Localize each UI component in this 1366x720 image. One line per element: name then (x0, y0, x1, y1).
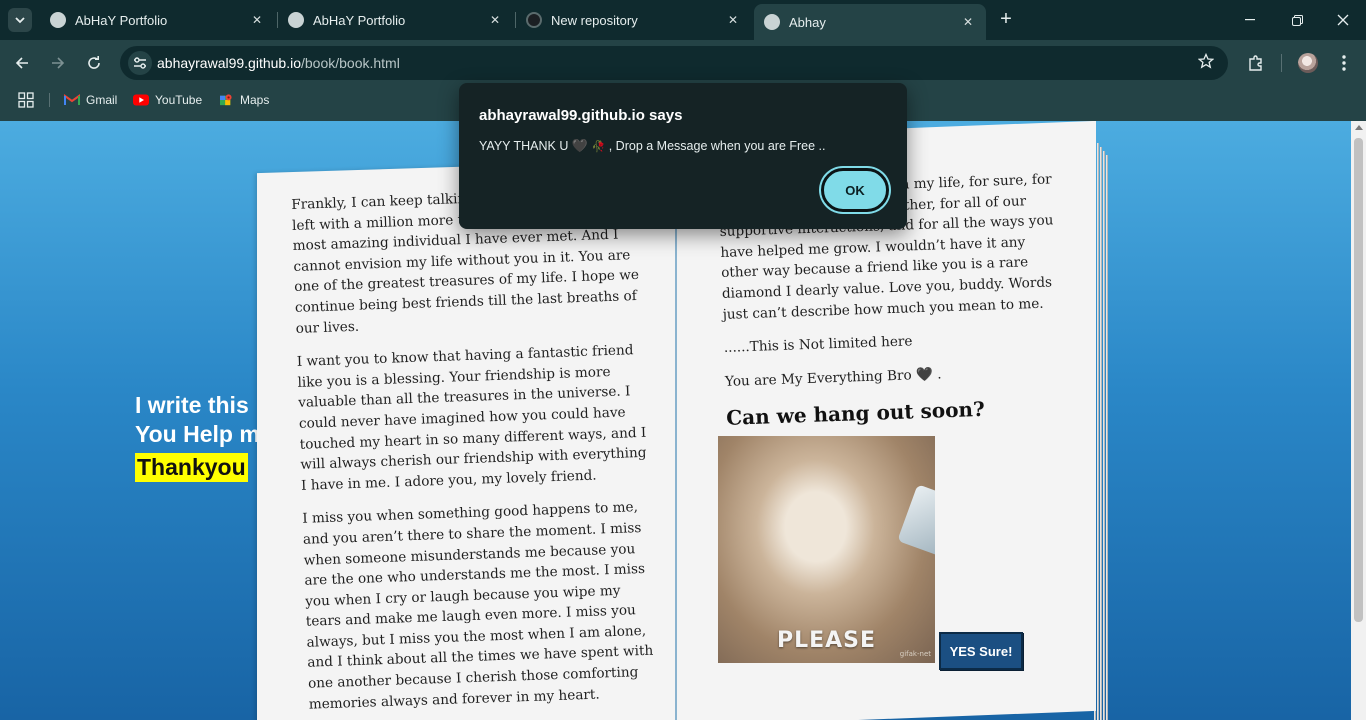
tab-title: New repository (551, 12, 638, 28)
tab-portfolio-2[interactable]: AbHaY Portfolio ✕ (278, 5, 513, 35)
toolbar-divider (1281, 54, 1282, 72)
arrow-left-icon (15, 57, 28, 69)
url-path: /book/book.html (301, 55, 400, 71)
browser-menu-button[interactable] (1332, 51, 1356, 75)
close-icon[interactable]: ✕ (960, 14, 976, 30)
tune-icon (134, 57, 146, 69)
minimize-button[interactable] (1238, 8, 1262, 32)
arrow-right-icon (52, 57, 65, 69)
not-limited-text: ......This is Not limited here (723, 333, 913, 357)
tab-title: Abhay (789, 14, 826, 30)
bookmark-gmail[interactable]: Gmail (64, 91, 117, 109)
message-prefix: YAYY THANK U (479, 139, 569, 153)
bottle-shape (897, 484, 935, 558)
hangout-title: Can we hang out soon? (725, 397, 986, 431)
ok-button[interactable]: OK (821, 168, 889, 212)
left-page-text: Frankly, I can keep talking about you an… (291, 183, 659, 720)
everything-line: You are My Everything Bro 🖤 . (725, 360, 1071, 393)
minimize-icon (1245, 19, 1255, 21)
paragraph: I miss you when something good happens t… (302, 499, 654, 713)
globe-icon (50, 12, 66, 28)
more-vert-icon (1342, 55, 1346, 71)
tab-title: AbHaY Portfolio (313, 12, 406, 28)
book-page-edges (1094, 139, 1110, 720)
url-host: abhayrawal99.github.io (157, 55, 301, 71)
black-heart-icon: 🖤 (571, 138, 589, 153)
puzzle-icon (1249, 55, 1262, 71)
restore-icon (1291, 14, 1303, 26)
chevron-down-icon (15, 16, 25, 23)
everything-text: You are My Everything Bro (724, 367, 912, 390)
gmail-icon (64, 94, 80, 105)
globe-icon (288, 12, 304, 28)
restore-button[interactable] (1285, 8, 1309, 32)
apps-grid-icon[interactable] (18, 92, 34, 108)
browser-toolbar: abhayrawal99.github.io/book/book.html (0, 40, 1366, 86)
bookmark-star-button[interactable] (1196, 52, 1216, 73)
scrollbar-thumb[interactable] (1354, 138, 1363, 622)
globe-icon (764, 14, 780, 30)
page-scrollbar[interactable] (1351, 121, 1366, 720)
message-suffix: , Drop a Message when you are Free .. (608, 139, 826, 153)
yes-sure-button[interactable]: YES Sure! (939, 632, 1023, 670)
maps-icon (220, 94, 232, 106)
star-icon (1197, 52, 1215, 69)
github-icon (526, 12, 542, 28)
bookmark-label: Maps (240, 93, 270, 107)
bookmark-label: Gmail (86, 93, 118, 107)
new-tab-button[interactable]: + (996, 9, 1016, 30)
profile-avatar[interactable] (1298, 53, 1318, 73)
bookmark-youtube[interactable]: YouTube (133, 91, 202, 109)
reload-icon (88, 56, 100, 69)
bookmark-maps[interactable]: Maps (218, 91, 269, 109)
tab-title: AbHaY Portfolio (75, 12, 168, 28)
gif-watermark: gifak-net (899, 650, 931, 658)
close-window-button[interactable] (1331, 8, 1355, 32)
bookmarks-divider (49, 93, 50, 107)
back-button[interactable] (10, 51, 34, 75)
tab-new-repository[interactable]: New repository ✕ (516, 5, 751, 35)
tab-search-button[interactable] (8, 8, 32, 32)
tab-strip: AbHaY Portfolio ✕ AbHaY Portfolio ✕ New … (0, 0, 1366, 40)
reload-button[interactable] (82, 51, 106, 75)
close-icon (1337, 14, 1349, 26)
bookmark-label: YouTube (155, 93, 203, 107)
close-icon[interactable]: ✕ (487, 12, 503, 28)
address-bar[interactable]: abhayrawal99.github.io/book/book.html (120, 46, 1228, 80)
scroll-up-icon[interactable] (1355, 125, 1363, 130)
thankyou-highlight: Thankyou (135, 453, 248, 482)
site-info-button[interactable] (128, 51, 152, 75)
url-text[interactable]: abhayrawal99.github.io/book/book.html (157, 55, 400, 71)
tab-abhay[interactable]: Abhay ✕ (754, 4, 986, 40)
dialog-title: abhayrawal99.github.io says (479, 107, 683, 124)
heart-icon: 🖤 (915, 366, 934, 383)
close-icon[interactable]: ✕ (249, 12, 265, 28)
youtube-icon (133, 94, 149, 106)
close-icon[interactable]: ✕ (725, 12, 741, 28)
everything-end: . (936, 366, 942, 383)
tab-portfolio-1[interactable]: AbHaY Portfolio ✕ (40, 5, 275, 35)
dialog-message: YAYY THANK U 🖤 🥀 , Drop a Message when y… (479, 138, 826, 154)
forward-button[interactable] (46, 51, 70, 75)
please-gif: PLEASE gifak-net (718, 436, 935, 663)
extensions-button[interactable] (1244, 51, 1268, 75)
wilted-rose-icon: 🥀 (591, 141, 606, 153)
paragraph: I want you to know that having a fantast… (296, 342, 647, 494)
